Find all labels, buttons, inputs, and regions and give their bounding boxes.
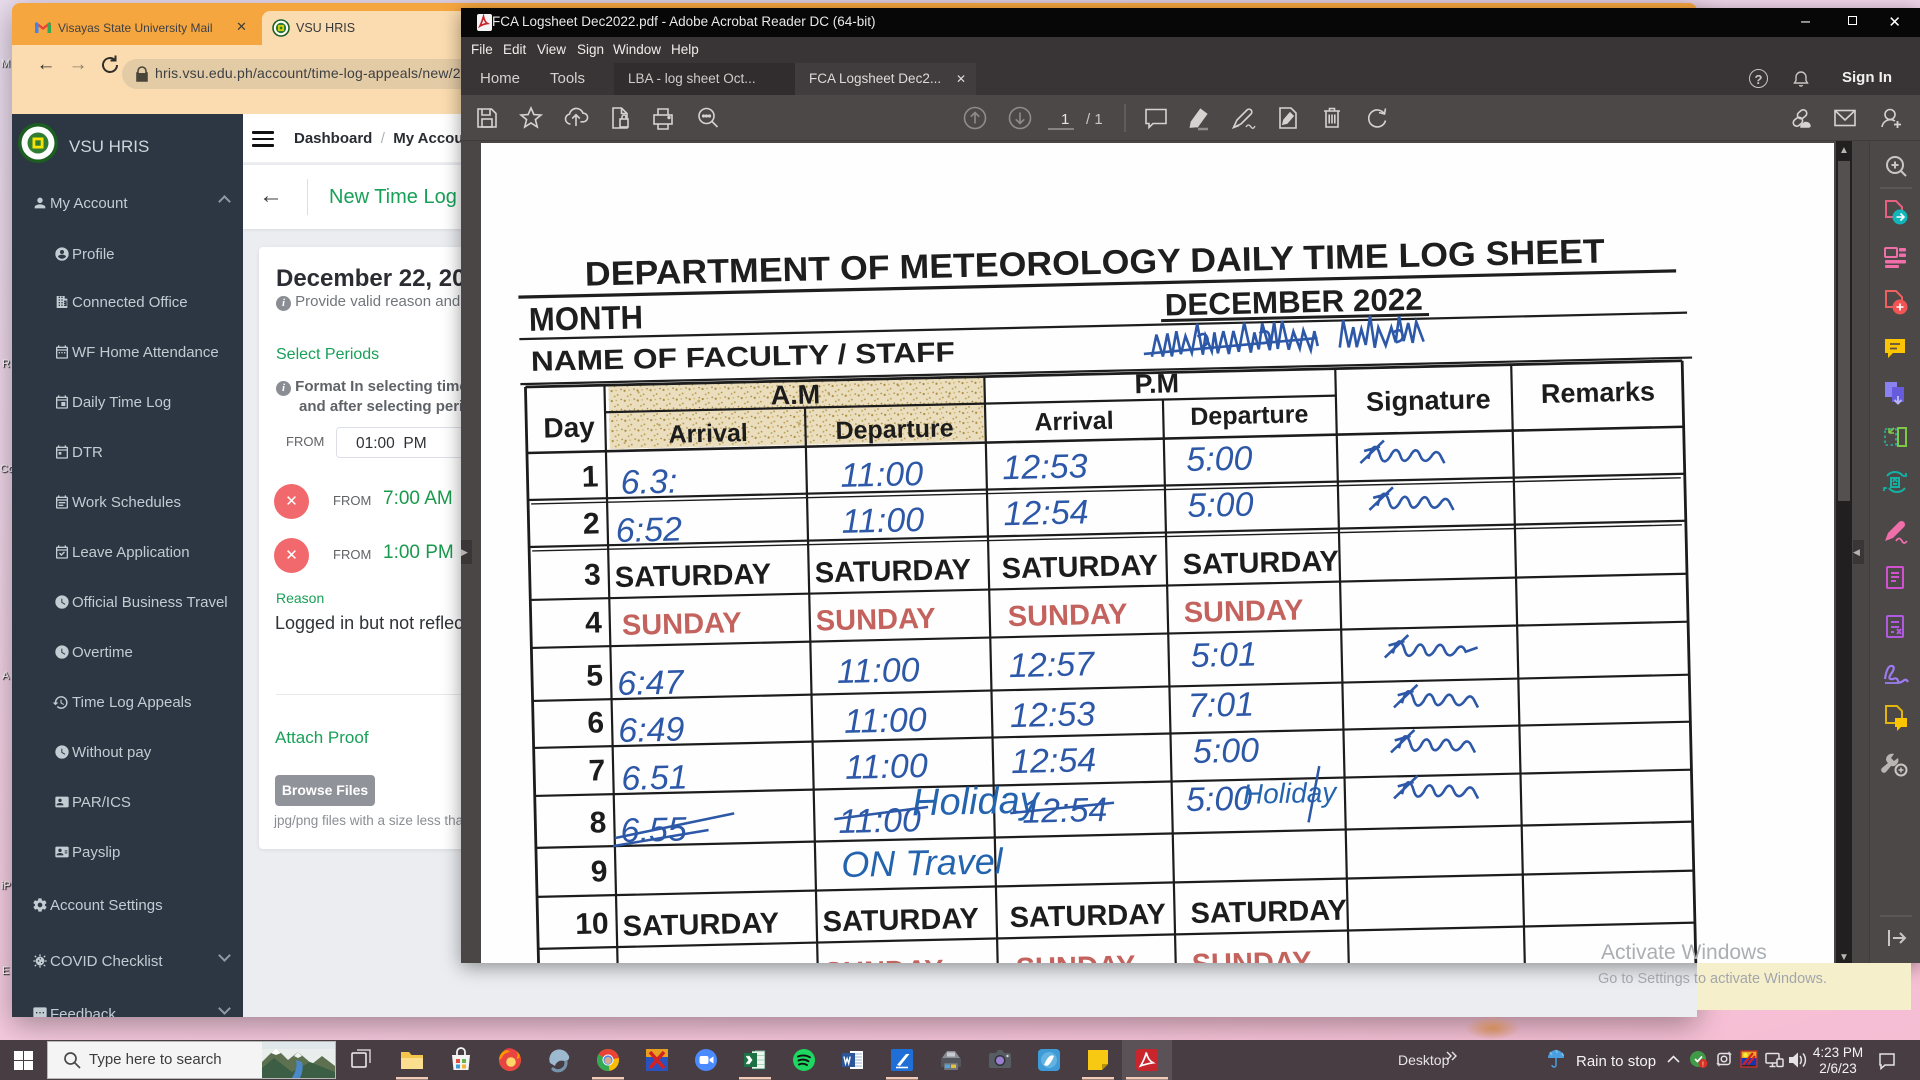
svg-text:SATURDAY: SATURDAY: [622, 907, 779, 943]
svg-text:5:00: 5:00: [1186, 440, 1253, 479]
svg-text:11:00: 11:00: [840, 455, 923, 495]
svg-text:Remarks: Remarks: [1541, 376, 1656, 409]
svg-text:SATURDAY: SATURDAY: [1001, 550, 1158, 586]
svg-text:SATURDAY: SATURDAY: [822, 903, 979, 939]
svg-text:Rain to stop: Rain to stop: [1576, 1053, 1656, 1070]
svg-text:SATURDAY: SATURDAY: [1182, 546, 1339, 582]
svg-text:SUNDAY: SUNDAY: [1015, 950, 1135, 963]
svg-text:4: 4: [585, 606, 603, 639]
svg-text:SATURDAY: SATURDAY: [1190, 895, 1347, 931]
svg-text:12:54: 12:54: [1011, 741, 1097, 781]
svg-text:9: 9: [590, 855, 607, 888]
svg-text:SUNDAY: SUNDAY: [1191, 946, 1311, 963]
svg-text:10: 10: [575, 907, 609, 941]
svg-text:6.51: 6.51: [621, 758, 688, 797]
svg-text:7:01: 7:01: [1187, 686, 1254, 725]
svg-text:NAME OF FACULTY / STAFF: NAME OF FACULTY / STAFF: [531, 336, 956, 377]
svg-text:12:53: 12:53: [1002, 447, 1088, 487]
svg-text:SATURDAY: SATURDAY: [1009, 899, 1166, 935]
svg-text:SUNDAY: SUNDAY: [630, 959, 750, 963]
svg-text:/ 1: / 1: [1086, 111, 1103, 128]
svg-text:5:00: 5:00: [1192, 731, 1259, 770]
svg-text:Holiday: Holiday: [912, 779, 1042, 824]
svg-text:MONTH: MONTH: [529, 298, 644, 338]
svg-text:6.3:: 6.3:: [620, 463, 678, 502]
svg-text:11:00: 11:00: [838, 801, 921, 841]
svg-text:6: 6: [587, 706, 604, 739]
svg-text:Holiday: Holiday: [1243, 777, 1339, 810]
svg-text:Arrival: Arrival: [1034, 407, 1114, 437]
svg-text:12:53: 12:53: [1010, 695, 1096, 735]
svg-text:1: 1: [581, 460, 598, 493]
svg-text:11:00: 11:00: [844, 701, 927, 741]
svg-text:SUNDAY: SUNDAY: [815, 603, 935, 638]
svg-text:Arrival: Arrival: [668, 419, 748, 449]
svg-text:6:47: 6:47: [617, 663, 685, 703]
svg-text:2/6/23: 2/6/23: [1819, 1061, 1857, 1076]
svg-text:P.M: P.M: [1134, 368, 1179, 399]
svg-text:7: 7: [588, 754, 605, 787]
svg-text:4:23 PM: 4:23 PM: [1813, 1045, 1863, 1060]
svg-text:Departure: Departure: [835, 414, 954, 445]
svg-text:6:49: 6:49: [618, 711, 685, 750]
svg-text:ON Travel: ON Travel: [841, 840, 1004, 885]
svg-text:3: 3: [584, 558, 601, 591]
svg-text:SATURDAY: SATURDAY: [614, 558, 771, 594]
svg-text:6:52: 6:52: [615, 511, 682, 550]
svg-text:SUNDAY: SUNDAY: [1007, 598, 1127, 633]
svg-text:Departure: Departure: [1190, 400, 1309, 431]
svg-text:8: 8: [589, 806, 606, 839]
svg-text:5:00: 5:00: [1187, 486, 1254, 525]
svg-text:1: 1: [1061, 111, 1069, 128]
svg-text:12:54: 12:54: [1003, 493, 1089, 533]
svg-text:11: 11: [578, 958, 610, 963]
svg-text:Desktop: Desktop: [1398, 1052, 1450, 1068]
svg-text:11:00: 11:00: [841, 501, 924, 541]
svg-text:11:00: 11:00: [837, 651, 920, 691]
svg-text:11:00: 11:00: [845, 747, 928, 787]
svg-text:SUNDAY: SUNDAY: [622, 607, 742, 642]
svg-text:2: 2: [583, 507, 600, 540]
svg-text:!: !: [1702, 1062, 1704, 1069]
svg-text:5:01: 5:01: [1190, 635, 1257, 674]
svg-text:Day: Day: [543, 411, 595, 443]
svg-text:SUNDAY: SUNDAY: [1183, 594, 1303, 629]
svg-text:SATURDAY: SATURDAY: [814, 554, 971, 590]
svg-text:A.M: A.M: [770, 379, 820, 410]
svg-text:5: 5: [586, 659, 603, 692]
svg-text:Signature: Signature: [1366, 384, 1491, 417]
svg-text:12:57: 12:57: [1008, 645, 1095, 685]
svg-text:SUNDAY: SUNDAY: [823, 955, 943, 963]
